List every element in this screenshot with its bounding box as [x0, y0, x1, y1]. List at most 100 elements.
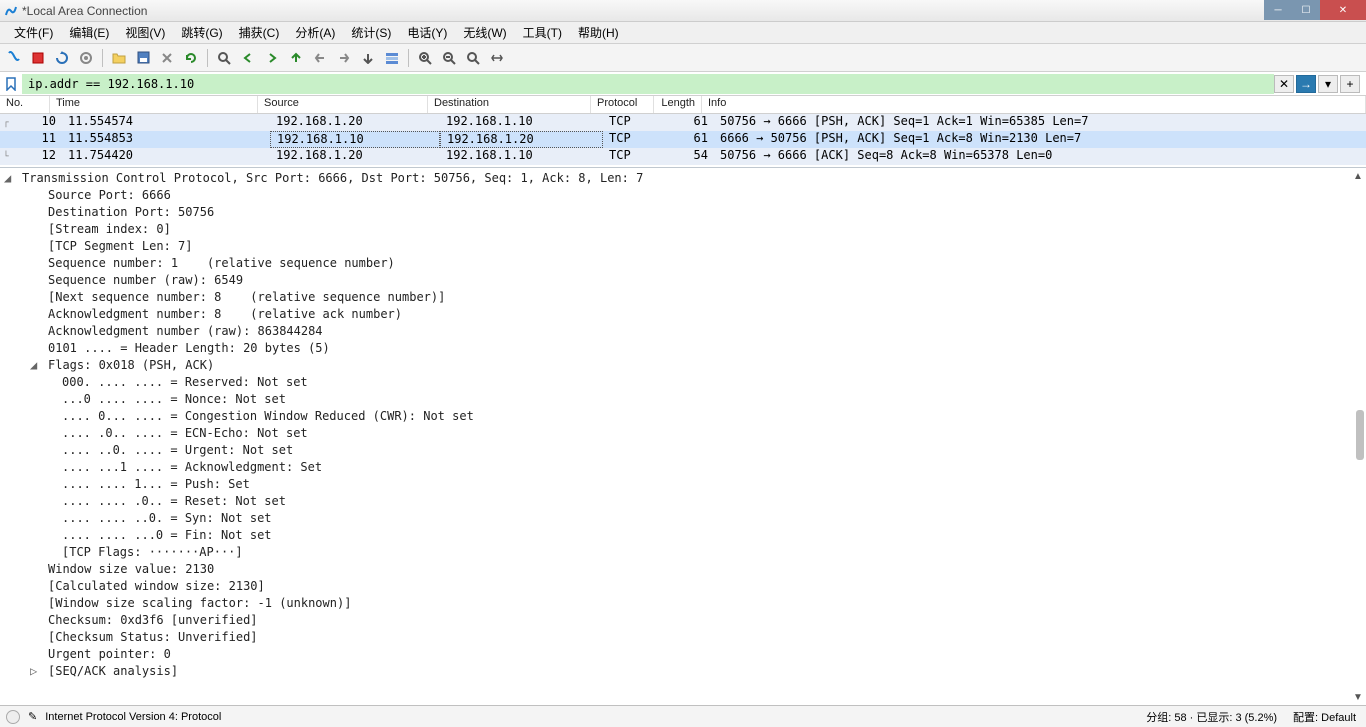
- zoom-in-icon[interactable]: [415, 48, 435, 68]
- detail-line[interactable]: [Stream index: 0]: [4, 221, 1362, 238]
- detail-seqack[interactable]: [SEQ/ACK analysis]: [4, 663, 1362, 680]
- cell-time: 11.554574: [62, 114, 270, 131]
- menu-edit[interactable]: 编辑(E): [61, 22, 117, 43]
- detail-flag-line[interactable]: .... 0... .... = Congestion Window Reduc…: [4, 408, 1362, 425]
- packet-list: No. Time Source Destination Protocol Len…: [0, 96, 1366, 168]
- go-back-icon[interactable]: [238, 48, 258, 68]
- menu-tools[interactable]: 工具(T): [515, 22, 570, 43]
- expert-info-icon[interactable]: [6, 710, 20, 724]
- detail-tcp-header[interactable]: Transmission Control Protocol, Src Port:…: [4, 170, 1362, 187]
- separator: [408, 49, 409, 67]
- detail-line[interactable]: Acknowledgment number (raw): 863844284: [4, 323, 1362, 340]
- scroll-up-icon[interactable]: ▲: [1352, 170, 1364, 182]
- maximize-button[interactable]: ☐: [1292, 0, 1320, 20]
- column-no[interactable]: No.: [0, 96, 50, 113]
- colorize-icon[interactable]: [382, 48, 402, 68]
- capture-options-icon[interactable]: [76, 48, 96, 68]
- detail-line[interactable]: Window size value: 2130: [4, 561, 1362, 578]
- packet-row[interactable]: 11 11.554853 192.168.1.10 192.168.1.20 T…: [0, 131, 1366, 148]
- apply-filter-icon[interactable]: →: [1296, 75, 1316, 93]
- toolbar: [0, 44, 1366, 72]
- zoom-out-icon[interactable]: [439, 48, 459, 68]
- menu-go[interactable]: 跳转(G): [173, 22, 230, 43]
- column-destination[interactable]: Destination: [428, 96, 591, 113]
- edit-icon[interactable]: ✎: [28, 710, 37, 723]
- detail-line[interactable]: [Next sequence number: 8 (relative seque…: [4, 289, 1362, 306]
- detail-line[interactable]: Sequence number (raw): 6549: [4, 272, 1362, 289]
- detail-flag-line[interactable]: .... .... ..0. = Syn: Not set: [4, 510, 1362, 527]
- detail-flag-line[interactable]: [TCP Flags: ·······AP···]: [4, 544, 1362, 561]
- packet-row[interactable]: └ 12 11.754420 192.168.1.20 192.168.1.10…: [0, 148, 1366, 165]
- detail-flag-line[interactable]: ...0 .... .... = Nonce: Not set: [4, 391, 1362, 408]
- column-length[interactable]: Length: [654, 96, 702, 113]
- auto-scroll-icon[interactable]: [358, 48, 378, 68]
- scrollbar-handle[interactable]: [1356, 410, 1364, 460]
- menu-capture[interactable]: 捕获(C): [231, 22, 288, 43]
- zoom-reset-icon[interactable]: [463, 48, 483, 68]
- close-button[interactable]: ✕: [1320, 0, 1366, 20]
- detail-line[interactable]: Urgent pointer: 0: [4, 646, 1362, 663]
- filter-bar: ✕ → ▾ +: [0, 72, 1366, 96]
- detail-flag-line[interactable]: .... .0.. .... = ECN-Echo: Not set: [4, 425, 1362, 442]
- menu-telephony[interactable]: 电话(Y): [399, 22, 455, 43]
- go-first-icon[interactable]: [310, 48, 330, 68]
- display-filter-input[interactable]: [22, 74, 1274, 94]
- stop-capture-icon[interactable]: [28, 48, 48, 68]
- clear-filter-icon[interactable]: ✕: [1274, 75, 1294, 93]
- save-file-icon[interactable]: [133, 48, 153, 68]
- cell-info: 50756 → 6666 [PSH, ACK] Seq=1 Ack=1 Win=…: [714, 114, 1366, 131]
- detail-line[interactable]: Source Port: 6666: [4, 187, 1362, 204]
- menu-statistics[interactable]: 统计(S): [343, 22, 399, 43]
- menu-wireless[interactable]: 无线(W): [455, 22, 514, 43]
- detail-flag-line[interactable]: .... .... 1... = Push: Set: [4, 476, 1362, 493]
- detail-line[interactable]: Destination Port: 50756: [4, 204, 1362, 221]
- detail-line[interactable]: [TCP Segment Len: 7]: [4, 238, 1362, 255]
- detail-line[interactable]: [Checksum Status: Unverified]: [4, 629, 1362, 646]
- detail-line[interactable]: [Calculated window size: 2130]: [4, 578, 1362, 595]
- detail-line[interactable]: [Window size scaling factor: -1 (unknown…: [4, 595, 1362, 612]
- start-capture-icon[interactable]: [4, 48, 24, 68]
- go-forward-icon[interactable]: [262, 48, 282, 68]
- cell-info: 50756 → 6666 [ACK] Seq=8 Ack=8 Win=65378…: [714, 148, 1366, 165]
- recent-filters-icon[interactable]: ▾: [1318, 75, 1338, 93]
- resize-columns-icon[interactable]: [487, 48, 507, 68]
- menu-help[interactable]: 帮助(H): [570, 22, 627, 43]
- detail-flags[interactable]: Flags: 0x018 (PSH, ACK): [4, 357, 1362, 374]
- menu-analyze[interactable]: 分析(A): [287, 22, 343, 43]
- restart-capture-icon[interactable]: [52, 48, 72, 68]
- cell-source: 192.168.1.20: [270, 148, 440, 165]
- status-profile[interactable]: 配置: Default: [1293, 709, 1356, 725]
- column-protocol[interactable]: Protocol: [591, 96, 654, 113]
- cell-destination: 192.168.1.10: [440, 148, 603, 165]
- go-last-icon[interactable]: [334, 48, 354, 68]
- cell-time: 11.554853: [62, 131, 270, 148]
- menu-view[interactable]: 视图(V): [117, 22, 173, 43]
- close-file-icon[interactable]: [157, 48, 177, 68]
- detail-flag-line[interactable]: 000. .... .... = Reserved: Not set: [4, 374, 1362, 391]
- detail-flag-line[interactable]: .... .... ...0 = Fin: Not set: [4, 527, 1362, 544]
- add-filter-expression-icon[interactable]: +: [1340, 75, 1360, 93]
- cell-source: 192.168.1.10: [270, 131, 440, 148]
- detail-line[interactable]: Acknowledgment number: 8 (relative ack n…: [4, 306, 1362, 323]
- detail-line[interactable]: 0101 .... = Header Length: 20 bytes (5): [4, 340, 1362, 357]
- column-time[interactable]: Time: [50, 96, 258, 113]
- reload-icon[interactable]: [181, 48, 201, 68]
- minimize-button[interactable]: ─: [1264, 0, 1292, 20]
- packet-row[interactable]: ┌ 10 11.554574 192.168.1.20 192.168.1.10…: [0, 114, 1366, 131]
- open-file-icon[interactable]: [109, 48, 129, 68]
- detail-flag-line[interactable]: .... .... .0.. = Reset: Not set: [4, 493, 1362, 510]
- packet-details[interactable]: Transmission Control Protocol, Src Port:…: [0, 168, 1366, 705]
- cell-protocol: TCP: [603, 114, 666, 131]
- window-title: *Local Area Connection: [22, 4, 147, 18]
- menu-file[interactable]: 文件(F): [6, 22, 61, 43]
- column-source[interactable]: Source: [258, 96, 428, 113]
- bookmark-icon[interactable]: [2, 75, 20, 93]
- scroll-down-icon[interactable]: ▼: [1352, 691, 1364, 703]
- detail-line[interactable]: Sequence number: 1 (relative sequence nu…: [4, 255, 1362, 272]
- find-icon[interactable]: [214, 48, 234, 68]
- detail-flag-line[interactable]: .... ...1 .... = Acknowledgment: Set: [4, 459, 1362, 476]
- go-to-packet-icon[interactable]: [286, 48, 306, 68]
- detail-line[interactable]: Checksum: 0xd3f6 [unverified]: [4, 612, 1362, 629]
- column-info[interactable]: Info: [702, 96, 1366, 113]
- detail-flag-line[interactable]: .... ..0. .... = Urgent: Not set: [4, 442, 1362, 459]
